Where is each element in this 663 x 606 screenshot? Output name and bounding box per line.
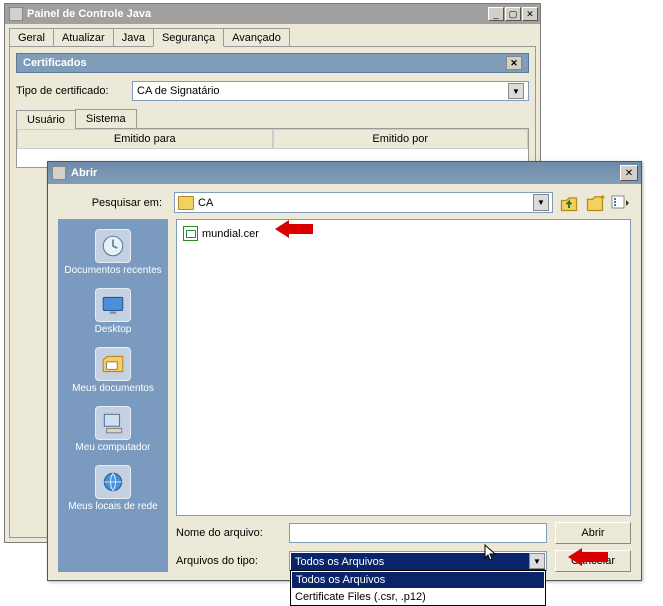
filetype-dropdown[interactable]: Todos os Arquivos ▼ Todos os Arquivos Ce… [289, 551, 547, 571]
chevron-down-icon: ▼ [529, 553, 545, 569]
folder-name: CA [198, 197, 213, 209]
place-desktop[interactable]: Desktop [58, 284, 168, 341]
desktop-icon [95, 288, 131, 322]
filename-input[interactable] [289, 523, 547, 543]
tab-geral[interactable]: Geral [9, 28, 54, 46]
filetype-option-all[interactable]: Todos os Arquivos [292, 572, 544, 588]
tab-atualizar[interactable]: Atualizar [53, 28, 114, 46]
search-in-dropdown[interactable]: CA ▼ [174, 192, 553, 213]
subtab-sistema[interactable]: Sistema [75, 109, 137, 128]
my-documents-icon [95, 347, 131, 381]
java-system-icon [52, 166, 66, 180]
fg-titlebar[interactable]: Abrir ✕ [48, 162, 641, 184]
up-one-level-icon[interactable] [559, 193, 579, 213]
certificates-heading-bar: Certificados ✕ [16, 53, 529, 73]
th-emitido-para[interactable]: Emitido para [17, 129, 273, 149]
places-bar: Documentos recentes Desktop Meus documen… [58, 219, 168, 572]
certificate-file-icon [183, 226, 198, 241]
certificates-heading: Certificados [23, 57, 87, 69]
close-button[interactable]: ✕ [522, 7, 538, 21]
bg-titlebar[interactable]: Painel de Controle Java _ ▢ ✕ [5, 4, 540, 24]
filename-label: Nome do arquivo: [176, 527, 281, 539]
open-button[interactable]: Abrir [555, 522, 631, 544]
place-my-documents[interactable]: Meus documentos [58, 343, 168, 400]
maximize-button[interactable]: ▢ [505, 7, 521, 21]
certificates-close-icon[interactable]: ✕ [506, 56, 522, 70]
filetype-selected: Todos os Arquivos [291, 553, 545, 571]
file-list[interactable]: mundial.cer [176, 219, 631, 516]
view-menu-icon[interactable] [611, 193, 631, 213]
my-computer-icon [95, 406, 131, 440]
mouse-cursor-icon [484, 544, 498, 562]
chevron-down-icon: ▼ [533, 194, 549, 211]
fg-window-title: Abrir [71, 167, 620, 179]
bg-window-title: Painel de Controle Java [27, 8, 488, 20]
java-system-icon [9, 7, 23, 21]
annotation-arrow-icon [275, 220, 315, 238]
tab-java[interactable]: Java [113, 28, 154, 46]
recent-documents-icon [95, 229, 131, 263]
cert-type-label: Tipo de certificado: [16, 85, 126, 97]
filetype-label: Arquivos do tipo: [176, 555, 281, 567]
place-my-computer[interactable]: Meu computador [58, 402, 168, 459]
place-network[interactable]: Meus locais de rede [58, 461, 168, 518]
file-item-label: mundial.cer [202, 228, 259, 240]
dialog-close-button[interactable]: ✕ [620, 165, 638, 181]
new-folder-icon[interactable]: ✦ [585, 193, 605, 213]
network-places-icon [95, 465, 131, 499]
svg-text:✦: ✦ [599, 193, 605, 203]
filetype-dropdown-list[interactable]: Todos os Arquivos Certificate Files (.cs… [290, 570, 546, 606]
place-recent-documents[interactable]: Documentos recentes [58, 225, 168, 282]
tab-seguranca[interactable]: Segurança [153, 28, 224, 47]
open-file-dialog: Abrir ✕ Pesquisar em: CA ▼ ✦ [47, 161, 642, 581]
tab-avancado[interactable]: Avançado [223, 28, 290, 46]
annotation-arrow-icon [568, 548, 612, 566]
file-item-mundial-cer[interactable]: mundial.cer [183, 226, 624, 241]
cert-type-value: CA de Signatário [137, 85, 220, 97]
filetype-option-cert[interactable]: Certificate Files (.csr, .p12) [291, 589, 545, 605]
cert-type-dropdown[interactable]: CA de Signatário ▼ [132, 81, 529, 101]
subtab-usuario[interactable]: Usuário [16, 110, 76, 129]
minimize-button[interactable]: _ [488, 7, 504, 21]
folder-icon [178, 196, 194, 210]
bg-tabs: Geral Atualizar Java Segurança Avançado [5, 24, 540, 46]
search-in-label: Pesquisar em: [58, 197, 168, 209]
chevron-down-icon: ▼ [508, 83, 524, 99]
th-emitido-por[interactable]: Emitido por [273, 129, 529, 149]
